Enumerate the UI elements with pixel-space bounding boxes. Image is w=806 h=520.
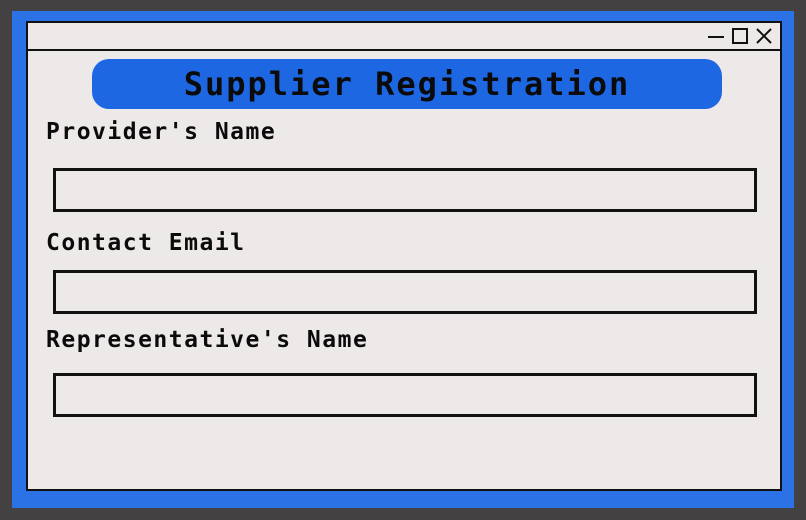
- representatives-name-input[interactable]: [53, 373, 757, 417]
- form-title: Supplier Registration: [92, 59, 722, 109]
- minimize-icon[interactable]: [706, 26, 726, 46]
- providers-name-label: Provider's Name: [46, 119, 277, 145]
- representatives-name-label: Representative's Name: [46, 327, 369, 353]
- close-icon[interactable]: [754, 26, 774, 46]
- window-frame: Supplier Registration Provider's Name Co…: [12, 11, 794, 508]
- title-bar[interactable]: [28, 23, 780, 51]
- window-controls: [706, 26, 774, 46]
- app-window: Supplier Registration Provider's Name Co…: [26, 21, 782, 491]
- contact-email-label: Contact Email: [46, 230, 246, 256]
- contact-email-input[interactable]: [53, 270, 757, 314]
- providers-name-input[interactable]: [53, 168, 757, 212]
- maximize-icon[interactable]: [730, 26, 750, 46]
